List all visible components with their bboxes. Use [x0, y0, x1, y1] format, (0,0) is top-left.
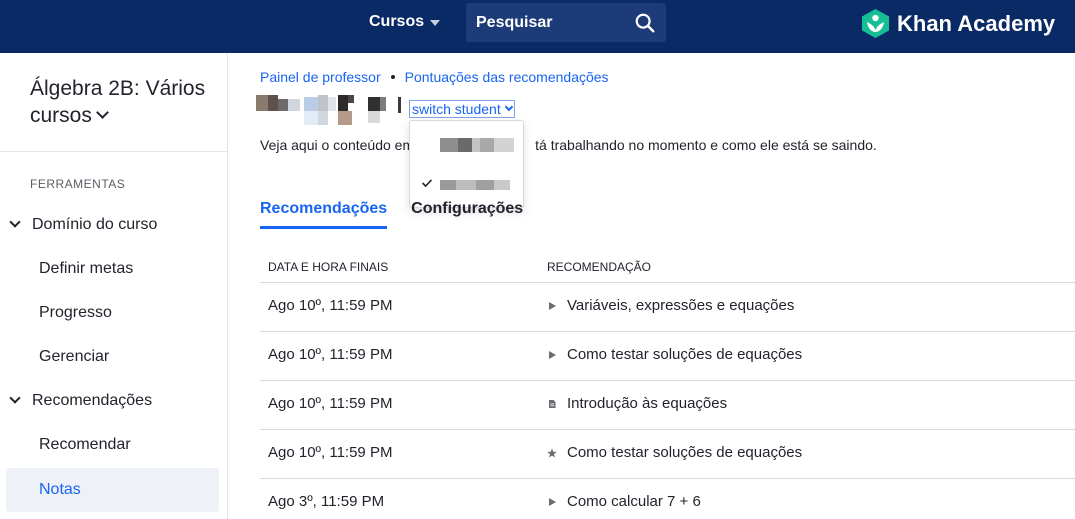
play-icon — [549, 497, 556, 506]
breadcrumb-teacher-dashboard[interactable]: Painel de professor — [260, 69, 381, 85]
search-box[interactable] — [466, 3, 666, 42]
sidebar-item-recommend[interactable]: Recomendar — [39, 423, 219, 467]
row-recommendation[interactable]: Como calcular 7 + 6 — [567, 493, 701, 510]
description-left: Veja aqui o conteúdo em — [260, 137, 415, 153]
sidebar-item-label: Notas — [39, 481, 81, 498]
sidebar-item-set-goals[interactable]: Definir metas — [39, 247, 219, 291]
sidebar: Álgebra 2B: Vários cursos FERRAMENTAS Do… — [0, 53, 228, 519]
sidebar-item-course-mastery[interactable]: Domínio do curso — [9, 203, 221, 247]
row-date: Ago 10º, 11:59 PM — [268, 444, 393, 461]
row-date: Ago 3º, 11:59 PM — [268, 493, 385, 510]
khan-leaf-icon — [862, 9, 889, 38]
course-title: Álgebra 2B: Vários cursos — [30, 77, 206, 127]
table-row[interactable]: Ago 10º, 11:59 PM Como testar soluções d… — [260, 430, 1075, 479]
chevron-down-icon — [9, 392, 21, 404]
sidebar-item-label: Recomendações — [32, 392, 153, 409]
breadcrumb: Painel de professor Pontuações das recom… — [260, 69, 609, 85]
play-icon — [549, 301, 556, 310]
chevron-down-icon — [9, 216, 21, 228]
sidebar-item-label: Recomendar — [39, 436, 131, 453]
row-recommendation[interactable]: Como testar soluções de equações — [567, 346, 802, 363]
chevron-down-icon — [504, 102, 513, 112]
courses-menu[interactable]: Cursos — [369, 12, 441, 32]
play-icon — [549, 350, 556, 359]
description-right: tá trabalhando no momento e como ele est… — [535, 137, 877, 153]
tab-settings[interactable]: Configurações — [411, 200, 523, 229]
tab-bar: Recomendações Configurações — [260, 200, 523, 229]
row-recommendation[interactable]: Variáveis, expressões e equações — [567, 297, 794, 314]
row-date: Ago 10º, 11:59 PM — [268, 346, 393, 363]
courses-label: Cursos — [369, 13, 425, 30]
breadcrumb-separator — [390, 75, 395, 79]
redacted-student-name — [256, 95, 401, 125]
row-date: Ago 10º, 11:59 PM — [268, 297, 393, 314]
sidebar-item-label: Definir metas — [39, 260, 134, 277]
column-header-date: DATA E HORA FINAIS — [268, 260, 389, 274]
switch-student-label: switch student — [412, 101, 501, 117]
sidebar-item-manage[interactable]: Gerenciar — [39, 335, 219, 379]
sidebar-item-label: Domínio do curso — [32, 216, 158, 233]
sidebar-item-label: Gerenciar — [39, 348, 110, 365]
search-icon[interactable] — [634, 12, 656, 34]
star-icon — [547, 448, 557, 457]
sidebar-item-progress[interactable]: Progresso — [39, 291, 219, 335]
switch-student-dropdown[interactable]: switch student — [409, 100, 515, 118]
student-dropdown-menu — [409, 120, 524, 208]
logo-text: Khan Academy — [897, 10, 1056, 36]
sidebar-item-label: Progresso — [39, 304, 112, 321]
top-nav: Cursos Khan Academy — [0, 0, 1075, 53]
check-icon — [421, 179, 433, 187]
row-date: Ago 10º, 11:59 PM — [268, 395, 393, 412]
redacted-student-name — [440, 180, 510, 190]
sidebar-divider — [0, 151, 227, 152]
table-row[interactable]: Ago 10º, 11:59 PM Como testar soluções d… — [260, 332, 1075, 381]
breadcrumb-recommendation-scores[interactable]: Pontuações das recomendações — [405, 69, 609, 85]
chevron-down-icon — [95, 106, 109, 119]
course-selector[interactable]: Álgebra 2B: Vários cursos — [30, 75, 220, 129]
article-icon — [549, 399, 556, 408]
caret-down-icon — [430, 20, 441, 26]
redacted-student-name — [440, 138, 514, 152]
page-description: Veja aqui o conteúdo em tá trabalhando no… — [260, 137, 877, 153]
tab-recommendations[interactable]: Recomendações — [260, 200, 388, 229]
column-header-recommendation: RECOMENDAÇÃO — [547, 260, 652, 274]
table-header: DATA E HORA FINAIS RECOMENDAÇÃO — [260, 259, 1075, 283]
sidebar-item-grades[interactable]: Notas — [6, 468, 219, 512]
table-row[interactable]: Ago 10º, 11:59 PM Introdução às equações — [260, 381, 1075, 430]
search-input[interactable] — [476, 13, 626, 32]
khan-academy-logo[interactable]: Khan Academy — [862, 9, 1055, 38]
student-option[interactable] — [410, 127, 523, 163]
table-row[interactable]: Ago 3º, 11:59 PM Como calcular 7 + 6 — [260, 479, 1075, 519]
table-row[interactable]: Ago 10º, 11:59 PM Variáveis, expressões … — [260, 283, 1075, 332]
row-recommendation[interactable]: Introdução às equações — [567, 395, 727, 412]
row-recommendation[interactable]: Como testar soluções de equações — [567, 444, 802, 461]
sidebar-item-recommendations[interactable]: Recomendações — [9, 379, 221, 423]
tools-section-label: FERRAMENTAS — [30, 177, 126, 191]
